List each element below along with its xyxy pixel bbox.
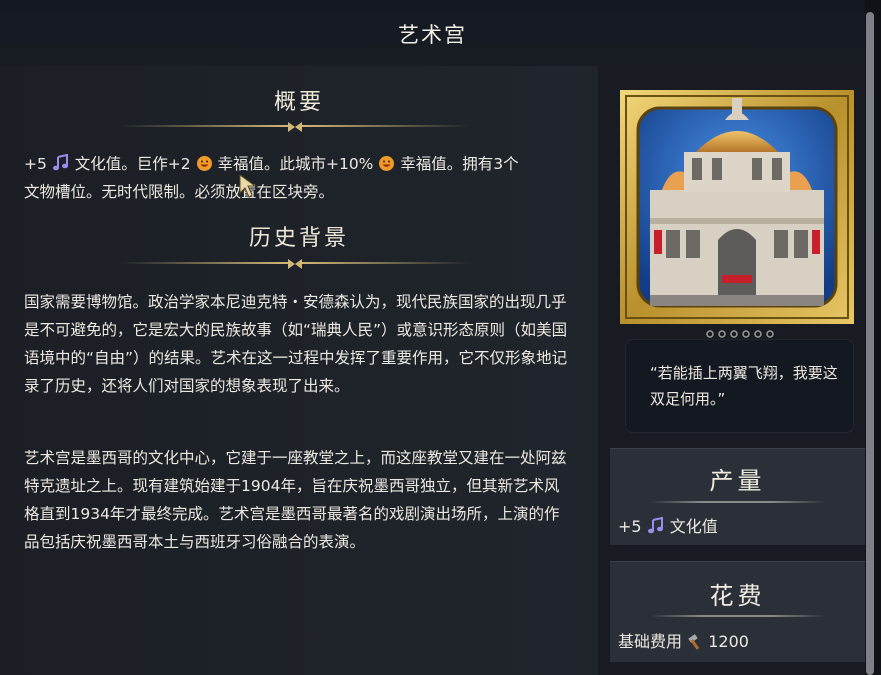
overview-text: +5 文化值。巨作+2 幸福值。此城市+10% 幸福值。拥有3个 文物槽位。无时… [24,150,572,206]
header-bar: 艺术宫 [0,0,865,67]
overview-text-4: 文物槽位。无时代限制。必须放置在区块旁。 [24,183,335,201]
page-title: 艺术宫 [398,23,467,47]
yield-title: 产量 [709,467,766,495]
cost-value: 基础费用 1200 [618,628,749,652]
yield-box: 产量 +5 文化值 [610,448,865,545]
history-divider [120,259,470,269]
quote-text: “若能插上两翼飞翔，我要这双足何用。” [650,364,838,408]
overview-text-3: 幸福值。拥有3个 [400,155,519,173]
scrollbar-thumb[interactable] [866,12,874,675]
history-heading: 历史背景 [248,226,349,251]
overview-text-1: 文化值。巨作+2 [74,155,191,173]
mouse-cursor-icon [239,174,257,198]
history-paragraph-2: 艺术宫是墨西哥的文化中心，它建于一座教堂之上，而这座教堂又建在一处阿兹特克遗址之… [24,449,567,551]
overview-heading: 概要 [273,90,324,115]
overview-text-2: 幸福值。此城市+10% [217,155,374,173]
yield-amount: +5 [618,517,642,536]
yield-value: +5 文化值 [618,513,718,537]
cost-amount: 1200 [708,632,749,651]
music-note-icon [647,517,663,534]
culture-amount: +5 [24,155,47,173]
hammer-icon [688,634,700,650]
history-paragraph-1: 国家需要博物馆。政治学家本尼迪克特・安德森认为，现代民族国家的出现几乎是不可避免… [24,293,568,395]
yield-divider [650,501,825,503]
music-note-icon [52,154,68,171]
overview-divider [120,122,470,132]
smiley-face-icon [379,156,395,171]
cost-title: 花费 [709,582,766,610]
cost-divider [650,615,825,617]
building-portrait [620,90,854,324]
smiley-face-icon [196,156,212,171]
cost-box: 花费 基础费用 1200 [610,561,865,662]
yield-label: 文化值 [669,517,718,536]
cost-label: 基础费用 [618,632,683,651]
